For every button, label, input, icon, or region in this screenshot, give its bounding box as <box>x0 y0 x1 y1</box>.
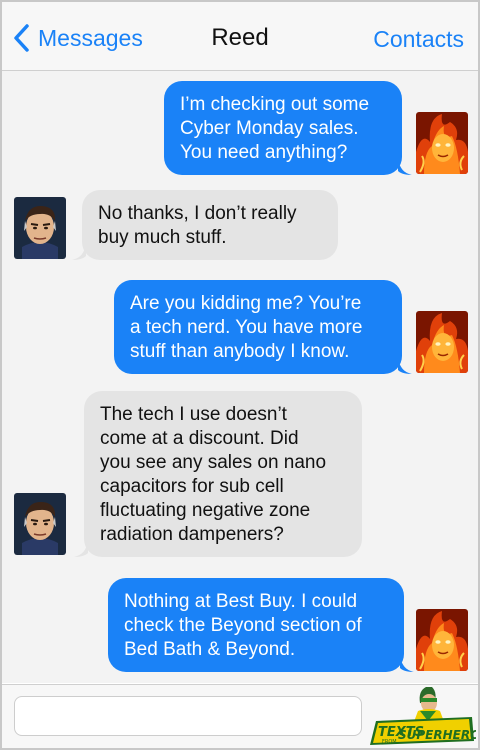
message-line: Nothing at Best Buy. I could <box>124 591 358 612</box>
message-line: I’m checking out some <box>180 94 370 115</box>
compose-bar: TEXTS FROM SUPERHEROES <box>2 684 478 748</box>
message-line: The tech I use doesn’t <box>100 404 287 425</box>
back-button[interactable]: Messages <box>12 22 143 54</box>
bubble-tail <box>400 656 414 672</box>
message-thread[interactable]: I’m checking out some Cyber Monday sales… <box>2 71 478 683</box>
human-torch-avatar <box>416 609 468 671</box>
bubble-tail <box>72 244 86 260</box>
back-button-label: Messages <box>38 24 143 51</box>
chevron-left-icon <box>14 24 29 52</box>
message-line: Bed Bath & Beyond. <box>124 639 296 660</box>
phone-frame: Messages Reed Contacts I’m checking out … <box>0 0 480 750</box>
message-line: come at a discount. Did <box>100 428 299 449</box>
message-line: You need anything? <box>180 142 348 163</box>
texts-from-superheroes-logo: TEXTS FROM SUPERHEROES <box>368 687 476 748</box>
message-bubble-outgoing: Are you kidding me? You’re a tech nerd. … <box>114 280 402 374</box>
message-line: you see any sales on nano <box>100 452 327 473</box>
logo-line-3: SUPERHEROES <box>398 728 476 742</box>
message-bubble-outgoing: I’m checking out some Cyber Monday sales… <box>164 81 402 175</box>
logo-line-2: FROM <box>382 739 397 745</box>
message-bubble-outgoing: Nothing at Best Buy. I could check the B… <box>108 578 404 672</box>
contacts-button[interactable]: Contacts <box>373 26 464 53</box>
message-line: No thanks, I don’t really <box>98 203 297 224</box>
message-line: a tech nerd. You have more <box>130 317 363 338</box>
message-line: capacitors for sub cell <box>100 476 284 497</box>
message-line: Are you kidding me? You’re <box>130 293 362 314</box>
message-line: buy much stuff. <box>98 227 227 248</box>
reed-richards-avatar <box>14 197 66 259</box>
message-line: radiation dampeners? <box>100 524 284 545</box>
message-input[interactable] <box>14 696 362 736</box>
message-line: stuff than anybody I know. <box>130 341 350 362</box>
message-bubble-incoming: The tech I use doesn’t come at a discoun… <box>84 391 362 557</box>
message-bubble-incoming: No thanks, I don’t really buy much stuff… <box>82 190 338 260</box>
message-line: check the Beyond section of <box>124 615 362 636</box>
bubble-tail <box>398 358 412 374</box>
navigation-bar: Messages Reed Contacts <box>2 2 478 71</box>
reed-richards-avatar <box>14 493 66 555</box>
bubble-tail <box>398 159 412 175</box>
bubble-tail <box>74 541 88 557</box>
message-line: Cyber Monday sales. <box>180 118 359 139</box>
message-line: fluctuating negative zone <box>100 500 311 521</box>
human-torch-avatar <box>416 311 468 373</box>
human-torch-avatar <box>416 112 468 174</box>
